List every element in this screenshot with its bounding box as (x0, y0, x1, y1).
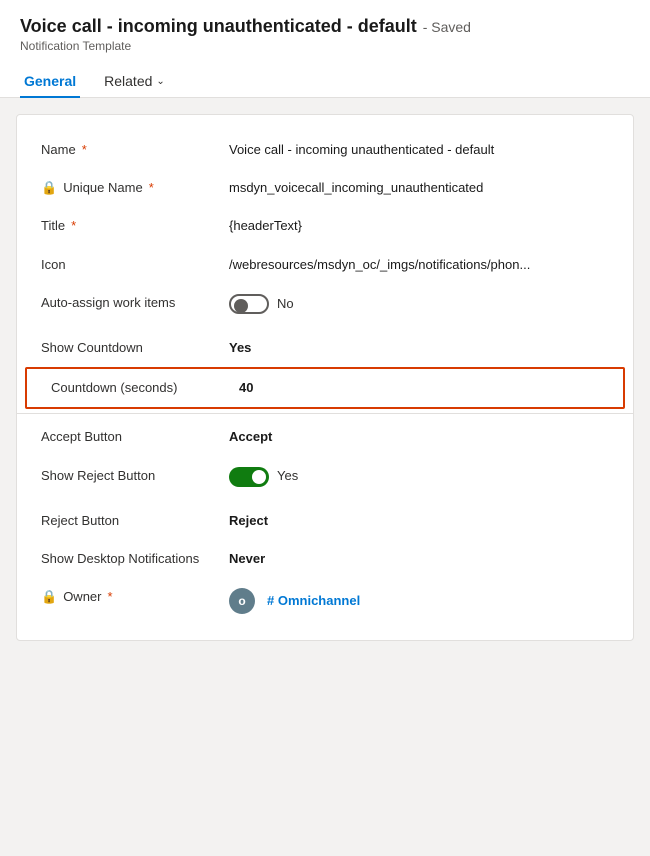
field-auto-assign: Auto-assign work items No (17, 284, 633, 329)
field-countdown-seconds: Countdown (seconds) 40 (25, 367, 625, 409)
page-subtitle: Notification Template (20, 39, 630, 53)
auto-assign-toggle: No (229, 294, 609, 319)
form-card: Name * Voice call - incoming unauthentic… (16, 114, 634, 641)
toggle-track-off[interactable] (229, 294, 269, 314)
field-show-desktop: Show Desktop Notifications Never (17, 540, 633, 578)
countdown-value: 40 (239, 379, 599, 397)
field-title: Title * {headerText} (17, 207, 633, 245)
accept-button-value: Accept (229, 428, 609, 446)
owner-name[interactable]: # Omnichannel (267, 592, 609, 610)
show-reject-toggle: Yes (229, 467, 609, 492)
field-reject-button: Reject Button Reject (17, 502, 633, 540)
toggle-track-on[interactable] (229, 467, 269, 487)
page-header: Voice call - incoming unauthenticated - … (0, 0, 650, 57)
title-text: Voice call - incoming unauthenticated - … (20, 16, 417, 37)
field-unique-name: 🔒 Unique Name * msdyn_voicecall_incoming… (17, 169, 633, 207)
owner-value: o # Omnichannel (229, 588, 609, 614)
field-owner: 🔒 Owner * o # Omnichannel (17, 578, 633, 624)
tab-general[interactable]: General (20, 65, 80, 97)
tab-bar: General Related ⌄ (0, 57, 650, 98)
field-icon: Icon /webresources/msdyn_oc/_imgs/notifi… (17, 246, 633, 284)
name-value: Voice call - incoming unauthenticated - … (229, 141, 609, 159)
toggle-thumb (234, 299, 248, 313)
show-desktop-value: Never (229, 550, 609, 568)
owner-avatar: o (229, 588, 255, 614)
reject-button-value: Reject (229, 512, 609, 530)
chevron-down-icon: ⌄ (156, 76, 164, 87)
toggle-thumb-on (252, 470, 266, 484)
toggle-show-reject[interactable]: Yes (229, 467, 298, 487)
field-name: Name * Voice call - incoming unauthentic… (17, 131, 633, 169)
field-show-reject: Show Reject Button Yes (17, 457, 633, 502)
content-area: Name * Voice call - incoming unauthentic… (0, 98, 650, 856)
unique-name-value: msdyn_voicecall_incoming_unauthenticated (229, 179, 609, 197)
tab-related[interactable]: Related ⌄ (100, 65, 169, 97)
field-accept-button: Accept Button Accept (17, 418, 633, 456)
show-countdown-value: Yes (229, 339, 609, 357)
icon-value: /webresources/msdyn_oc/_imgs/notificatio… (229, 256, 609, 274)
field-show-countdown: Show Countdown Yes (17, 329, 633, 367)
lock-icon-owner: 🔒 (41, 589, 57, 605)
toggle-auto-assign[interactable]: No (229, 294, 294, 314)
lock-icon: 🔒 (41, 180, 57, 196)
saved-indicator: - Saved (423, 19, 471, 35)
title-value: {headerText} (229, 217, 609, 235)
page-title: Voice call - incoming unauthenticated - … (20, 16, 630, 37)
